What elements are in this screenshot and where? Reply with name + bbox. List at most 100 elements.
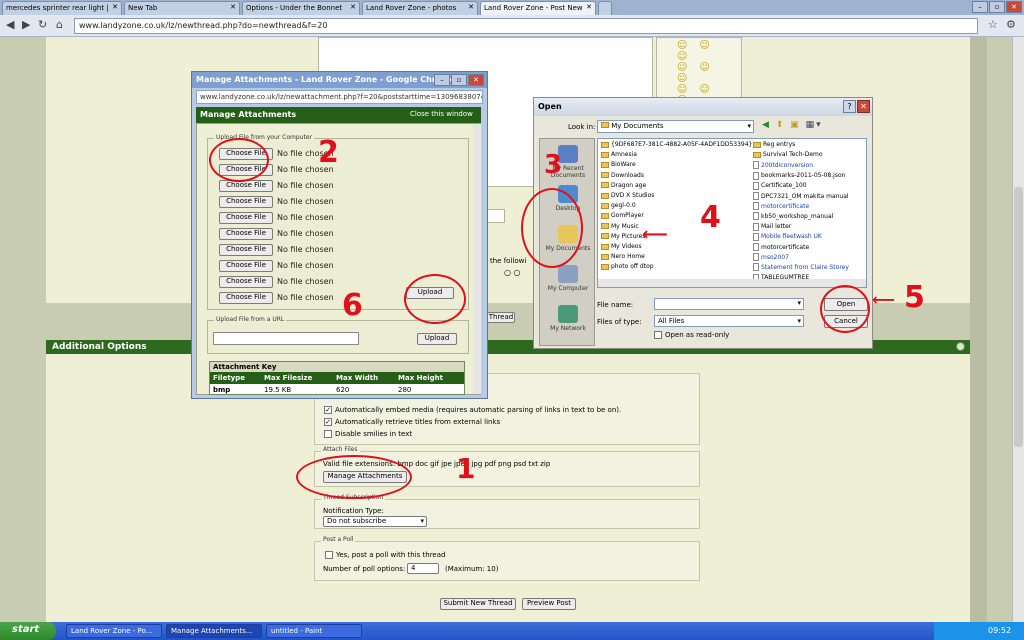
file-item[interactable]: Statement from Claire Storey xyxy=(753,263,849,272)
help-icon[interactable]: ? xyxy=(843,100,856,113)
file-item[interactable]: My Videos xyxy=(601,243,642,250)
manage-window-controls: – ▫ ✕ xyxy=(434,74,484,86)
preview-post-button[interactable]: Preview Post xyxy=(522,598,576,610)
wrench-icon[interactable]: ⚙ xyxy=(1006,18,1016,31)
choose-file-button[interactable]: Choose File xyxy=(219,292,273,304)
filetype-select[interactable]: All Files ▾ xyxy=(654,315,804,327)
choose-file-button[interactable]: Choose File xyxy=(219,244,273,256)
file-list-hscroll[interactable] xyxy=(598,279,866,287)
tab-photos[interactable]: Land Rover Zone - photos ✕ xyxy=(362,1,478,15)
minimize-icon[interactable]: – xyxy=(972,1,988,13)
collapse-icon[interactable] xyxy=(956,342,965,351)
minimize-icon[interactable]: – xyxy=(434,74,450,86)
attachment-key-row: bmp 19.5 KB 620 280 xyxy=(213,386,412,394)
close-dialog-icon[interactable]: ✕ xyxy=(857,100,870,113)
folder-icon xyxy=(601,223,609,230)
file-item[interactable]: Nero Home xyxy=(601,253,645,260)
file-item[interactable]: Downloads xyxy=(601,172,644,179)
close-icon[interactable]: ✕ xyxy=(350,3,356,11)
nav-toolbar-icons[interactable]: ◀ ⬆ ▣ ▦▾ xyxy=(762,120,823,130)
file-item[interactable]: Survival Tech-Demo xyxy=(753,151,823,158)
tab-options[interactable]: Options - Under the Bonnet ✕ xyxy=(242,1,360,15)
address-input[interactable]: www.landyzone.co.uk/lz/newthread.php?do=… xyxy=(74,18,978,34)
poll-options-input[interactable]: 4 xyxy=(407,563,439,574)
tab-post-new[interactable]: Land Rover Zone - Post New ✕ xyxy=(480,1,596,15)
file-item[interactable]: bookmarks-2011-05-08.json xyxy=(753,171,845,180)
popup-address[interactable]: www.landyzone.co.uk/lz/newattachment.php… xyxy=(196,90,483,104)
file-item[interactable]: Amnesia xyxy=(601,151,637,158)
file-item[interactable]: mso2007 xyxy=(753,253,789,262)
radio-icons[interactable]: ○ ○ xyxy=(504,268,521,277)
tab-new[interactable]: New Tab ✕ xyxy=(124,1,240,15)
file-item[interactable]: DVD X Studios xyxy=(601,192,654,199)
tab-strip: mercedes sprinter rear light | ✕ New Tab ✕… xyxy=(0,0,1024,15)
file-list: {9DF687E7-381C-4882-A05F-4ADF1DD53394} Am… xyxy=(597,138,867,288)
url-input[interactable] xyxy=(213,332,359,345)
submit-thread-button[interactable]: Submit New Thread xyxy=(440,598,516,610)
open-dialog-titlebar[interactable]: Open xyxy=(534,98,872,116)
file-item[interactable]: My Pictures xyxy=(601,233,645,240)
back-icon[interactable]: ◀ xyxy=(6,18,14,31)
vertical-scrollbar[interactable] xyxy=(1012,37,1024,622)
file-item[interactable]: Mobile fleetwash UK xyxy=(753,232,822,241)
look-in-select[interactable]: My Documents ▾ xyxy=(597,120,754,133)
choose-file-button[interactable]: Choose File xyxy=(219,180,273,192)
file-item[interactable]: {9DF687E7-381C-4882-A05F-4ADF1DD53394} xyxy=(601,141,752,148)
tab-mercedes[interactable]: mercedes sprinter rear light | ✕ xyxy=(2,1,122,15)
document-icon xyxy=(753,161,759,170)
retrieve-titles-checkbox[interactable]: ✓ xyxy=(324,418,332,426)
disable-smilies-checkbox[interactable] xyxy=(324,430,332,438)
subscription-select[interactable]: Do not subscribe ▾ xyxy=(323,516,427,527)
file-item[interactable]: Dragon age xyxy=(601,182,646,189)
title-input[interactable] xyxy=(487,209,505,223)
choose-file-button[interactable]: Choose File xyxy=(219,260,273,272)
close-icon[interactable]: ✕ xyxy=(586,3,592,11)
choose-file-button[interactable]: Choose File xyxy=(219,228,273,240)
start-button[interactable]: start xyxy=(0,622,56,640)
task-manage-attachments[interactable]: Manage Attachments... xyxy=(166,624,262,638)
scrollbar-thumb[interactable] xyxy=(1014,187,1023,447)
filename-input[interactable]: ▾ xyxy=(654,298,804,310)
maximize-icon[interactable]: ▫ xyxy=(989,1,1005,13)
close-window-link[interactable]: Close this window xyxy=(410,110,473,118)
choose-file-button[interactable]: Choose File xyxy=(219,196,273,208)
file-item[interactable]: Certificate_100 xyxy=(753,181,807,190)
post-poll-checkbox[interactable] xyxy=(325,551,333,559)
read-only-checkbox[interactable] xyxy=(654,331,662,339)
file-item[interactable]: GomPlayer xyxy=(601,212,644,219)
file-item[interactable]: motorcertificate xyxy=(753,243,809,251)
upload-url-button[interactable]: Upload xyxy=(417,333,457,345)
attachment-key-header: Attachment Key xyxy=(210,362,464,372)
maximize-icon[interactable]: ▫ xyxy=(451,74,467,86)
choose-file-button[interactable]: Choose File xyxy=(219,212,273,224)
file-item[interactable]: BioWare xyxy=(601,161,636,168)
file-item[interactable]: DPC7321_OM makita manual xyxy=(753,192,849,200)
file-item[interactable]: Reg entrys xyxy=(753,141,795,148)
popup-scrollbar[interactable] xyxy=(473,124,481,394)
place-my-computer[interactable]: My Computer xyxy=(542,263,594,301)
file-item[interactable]: My Music xyxy=(601,223,639,230)
attachment-key-table: Attachment Key Filetype Max Filesize Max… xyxy=(209,361,465,395)
home-icon[interactable]: ⌂ xyxy=(56,18,63,31)
close-icon[interactable]: ✕ xyxy=(468,3,474,11)
file-item[interactable]: motorcertificate xyxy=(753,202,809,211)
embed-media-checkbox[interactable]: ✓ xyxy=(324,406,332,414)
file-item[interactable]: kb50_workshop_manual xyxy=(753,212,833,221)
close-window-icon[interactable]: ✕ xyxy=(468,74,484,86)
close-icon[interactable]: ✕ xyxy=(230,3,236,11)
thread-button[interactable]: Thread xyxy=(487,312,515,323)
file-item[interactable]: gegl-0.0 xyxy=(601,202,636,209)
reload-icon[interactable]: ↻ xyxy=(38,18,47,31)
place-my-network[interactable]: My Network xyxy=(542,303,594,341)
forward-icon[interactable]: ▶ xyxy=(22,18,30,31)
bookmark-star-icon[interactable]: ☆ xyxy=(988,18,998,31)
choose-file-button[interactable]: Choose File xyxy=(219,276,273,288)
task-land-rover[interactable]: Land Rover Zone - Po... xyxy=(66,624,162,638)
file-item[interactable]: Mail letter xyxy=(753,222,791,231)
new-tab-button[interactable] xyxy=(598,1,612,15)
close-window-icon[interactable]: ✕ xyxy=(1006,1,1022,13)
file-item[interactable]: 200tdiconversion xyxy=(753,161,813,170)
file-item[interactable]: photo off dtop xyxy=(601,263,654,270)
task-paint[interactable]: untitled - Paint xyxy=(266,624,362,638)
close-icon[interactable]: ✕ xyxy=(112,3,118,11)
